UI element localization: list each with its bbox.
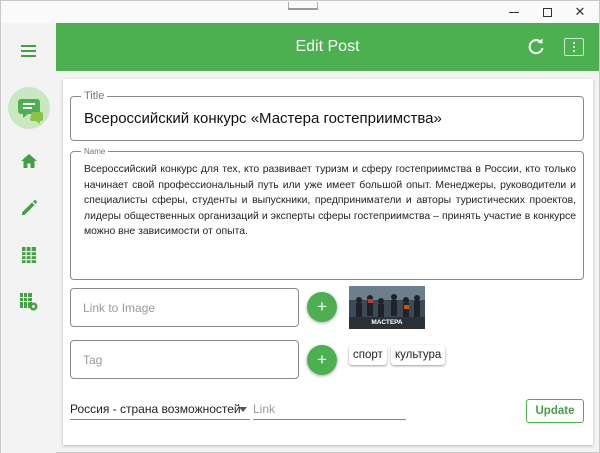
more-vert-icon[interactable] — [564, 38, 584, 56]
app-window: ✕ Edit Post Title Всероссийский конкурс … — [0, 0, 600, 453]
title-value[interactable]: Всероссийский конкурс «Мастера гостеприи… — [84, 110, 442, 127]
close-button[interactable]: ✕ — [564, 1, 596, 23]
title-field[interactable]: Title Всероссийский конкурс «Мастера гос… — [70, 90, 584, 141]
image-link-placeholder: Link to Image — [83, 301, 156, 315]
image-caption: МАСТЕРА — [371, 319, 403, 326]
grid-table-icon[interactable] — [1, 245, 56, 265]
menu-icon[interactable] — [1, 41, 56, 61]
tag-chip[interactable]: культура — [391, 345, 446, 365]
image-thumbnail: МАСТЕРА — [349, 286, 425, 329]
minimize-button[interactable] — [498, 1, 530, 23]
edit-post-card: Title Всероссийский конкурс «Мастера гос… — [63, 79, 593, 445]
name-value[interactable]: Всероссийский конкурс для тех, кто разви… — [84, 162, 576, 240]
tag-placeholder: Tag — [83, 353, 103, 367]
drag-handle[interactable] — [288, 2, 318, 10]
minimize-icon — [509, 11, 519, 13]
refresh-icon[interactable] — [526, 37, 546, 57]
sidebar — [1, 23, 56, 453]
tag-input[interactable]: Tag — [70, 340, 299, 379]
category-selected: Россия - страна возможностей — [70, 402, 241, 416]
chat-logo-icon — [1, 87, 56, 131]
app-header: Edit Post — [56, 23, 599, 71]
link-placeholder: Link — [253, 402, 276, 416]
table-settings-icon[interactable] — [1, 291, 56, 313]
window-titlebar[interactable]: ✕ — [1, 1, 599, 23]
image-link-input[interactable]: Link to Image — [70, 288, 299, 327]
update-button[interactable]: Update — [526, 399, 584, 423]
title-label: Title — [81, 90, 108, 102]
close-icon: ✕ — [574, 4, 586, 19]
add-image-button[interactable]: + — [307, 292, 337, 322]
tag-chip[interactable]: спорт — [349, 345, 387, 365]
chevron-down-icon — [239, 407, 247, 412]
category-select[interactable]: Россия - страна возможностей — [70, 402, 250, 420]
home-icon[interactable] — [1, 151, 56, 171]
maximize-button[interactable] — [531, 1, 563, 23]
maximize-icon — [542, 7, 552, 17]
name-label: Name — [81, 147, 109, 156]
link-input[interactable]: Link — [253, 402, 406, 420]
add-tag-button[interactable]: + — [307, 345, 337, 375]
name-field[interactable]: Name Всероссийский конкурс для тех, кто … — [70, 147, 584, 280]
page-title: Edit Post — [295, 38, 360, 55]
pencil-icon[interactable] — [1, 198, 56, 218]
